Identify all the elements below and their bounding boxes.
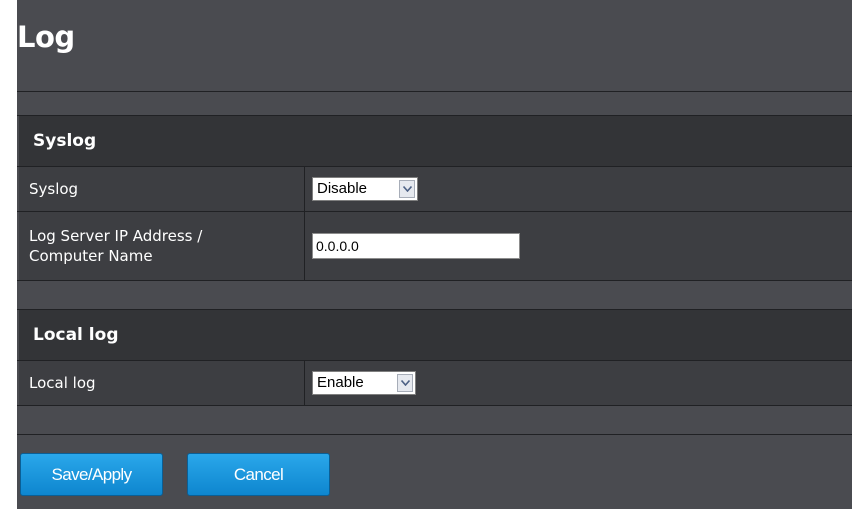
column-divider bbox=[304, 212, 305, 280]
syslog-section-header: Syslog bbox=[19, 116, 852, 166]
divider bbox=[17, 405, 852, 406]
divider bbox=[17, 434, 852, 435]
local-log-section-header: Local log bbox=[19, 310, 852, 360]
page-title: Log bbox=[17, 20, 75, 54]
log-server-row: Log Server IP Address / Computer Name bbox=[19, 212, 852, 280]
chevron-down-icon[interactable] bbox=[399, 180, 415, 198]
chevron-down-icon[interactable] bbox=[397, 374, 413, 392]
syslog-section-title: Syslog bbox=[33, 131, 97, 151]
save-apply-button[interactable]: Save/Apply bbox=[20, 453, 163, 496]
log-server-input[interactable] bbox=[312, 233, 520, 259]
column-divider bbox=[304, 167, 305, 211]
log-server-label: Log Server IP Address / Computer Name bbox=[29, 227, 203, 265]
local-log-select[interactable]: Enable bbox=[312, 371, 416, 395]
local-log-section-title: Local log bbox=[33, 325, 119, 345]
local-log-label: Local log bbox=[29, 374, 96, 392]
syslog-label: Syslog bbox=[29, 180, 79, 198]
local-log-select-value: Enable bbox=[317, 374, 364, 391]
syslog-row: Syslog Disable bbox=[19, 167, 852, 211]
cancel-button[interactable]: Cancel bbox=[187, 453, 330, 496]
divider bbox=[17, 91, 852, 92]
syslog-select-value: Disable bbox=[317, 180, 368, 197]
syslog-select[interactable]: Disable bbox=[312, 177, 418, 201]
local-log-row: Local log Enable bbox=[19, 361, 852, 405]
divider bbox=[17, 280, 852, 281]
column-divider bbox=[304, 361, 305, 405]
